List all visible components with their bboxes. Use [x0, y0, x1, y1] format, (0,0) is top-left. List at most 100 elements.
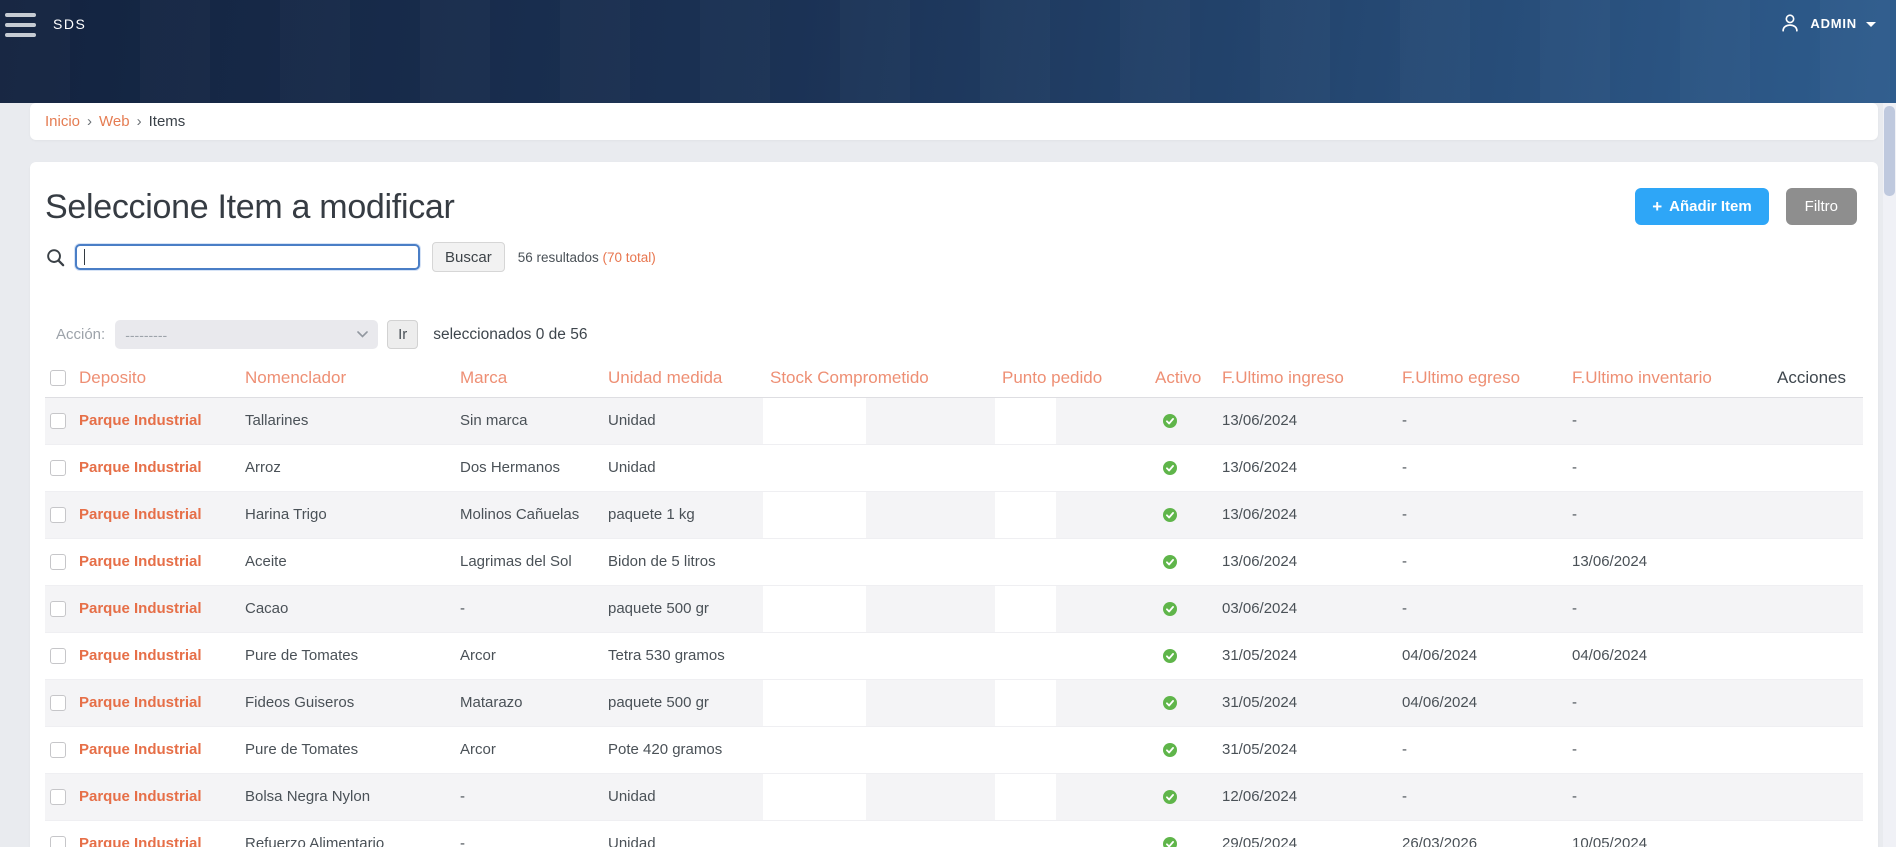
acciones-cell — [1770, 585, 1863, 633]
plus-icon: + — [1652, 196, 1663, 216]
search-button[interactable]: Buscar — [432, 242, 505, 272]
search-input[interactable] — [75, 244, 420, 270]
stock-value-box — [763, 585, 866, 631]
acciones-cell — [1770, 632, 1863, 680]
ultimo-egreso-cell: - — [1395, 773, 1565, 821]
sort-link-nomenclador[interactable]: Nomenclador — [245, 368, 346, 387]
activo-cell — [1148, 538, 1215, 586]
scrollbar-thumb[interactable] — [1884, 106, 1895, 196]
search-icon — [47, 248, 65, 266]
stock-value-box — [763, 444, 866, 490]
punto-pedido-cell — [995, 538, 1148, 586]
row-checkbox[interactable] — [50, 647, 66, 664]
deposito-link[interactable]: Parque Industrial — [79, 694, 202, 711]
breadcrumb-link-inicio[interactable]: Inicio — [45, 113, 80, 130]
row-checkbox[interactable] — [50, 412, 66, 429]
deposito-link[interactable]: Parque Industrial — [79, 412, 202, 429]
results-count: 56 resultados (70 total) — [518, 250, 656, 265]
sort-link-ingreso[interactable]: F.Ultimo ingreso — [1222, 368, 1344, 387]
punto-pedido-value-box — [995, 679, 1056, 725]
breadcrumb-current: Items — [148, 113, 186, 130]
add-item-button[interactable]: + Añadir Item — [1635, 188, 1769, 225]
ultimo-egreso-cell: - — [1395, 585, 1565, 633]
stock-value-box — [763, 773, 866, 819]
stock-cell — [763, 585, 995, 633]
ultimo-ingreso-cell: 13/06/2024 — [1215, 397, 1395, 445]
deposito-link[interactable]: Parque Industrial — [79, 506, 202, 523]
user-menu[interactable]: ADMIN — [1779, 12, 1876, 34]
row-checkbox[interactable] — [50, 506, 66, 523]
row-checkbox[interactable] — [50, 600, 66, 617]
activo-cell — [1148, 632, 1215, 680]
row-checkbox[interactable] — [50, 459, 66, 476]
sort-link-egreso[interactable]: F.Ultimo egreso — [1402, 368, 1520, 387]
ultimo-egreso-cell: - — [1395, 491, 1565, 539]
sort-link-activo[interactable]: Activo — [1155, 368, 1201, 387]
deposito-link[interactable]: Parque Industrial — [79, 459, 202, 476]
deposito-link[interactable]: Parque Industrial — [79, 553, 202, 570]
ultimo-ingreso-cell: 12/06/2024 — [1215, 773, 1395, 821]
deposito-link[interactable]: Parque Industrial — [79, 741, 202, 758]
marca-cell: Arcor — [453, 726, 601, 774]
row-checkbox[interactable] — [50, 835, 66, 847]
text-cursor — [84, 249, 85, 265]
row-select-cell — [45, 726, 72, 774]
ultimo-inventario-cell: 13/06/2024 — [1565, 538, 1770, 586]
active-check-icon — [1163, 742, 1177, 757]
breadcrumb: Inicio › Web › Items — [30, 103, 1878, 140]
go-button[interactable]: Ir — [387, 320, 419, 349]
nomenclador-cell: Arroz — [238, 444, 453, 492]
row-checkbox[interactable] — [50, 553, 66, 570]
menu-toggle-icon[interactable] — [5, 13, 36, 43]
filter-button[interactable]: Filtro — [1785, 188, 1857, 225]
total-results-link[interactable]: (70 total) — [603, 250, 656, 265]
results-text: 56 resultados — [517, 249, 599, 265]
sort-link-punto[interactable]: Punto pedido — [1002, 368, 1102, 387]
acciones-cell — [1770, 491, 1863, 539]
stock-value-box — [763, 679, 866, 725]
unidad-cell: paquete 500 gr — [601, 679, 763, 727]
scrollbar-track[interactable] — [1883, 103, 1896, 847]
app-header: SDS ADMIN — [0, 0, 1896, 103]
nomenclador-cell: Pure de Tomates — [238, 726, 453, 774]
deposito-link[interactable]: Parque Industrial — [79, 835, 202, 847]
acciones-cell — [1770, 773, 1863, 821]
marca-cell: - — [453, 585, 601, 633]
row-checkbox[interactable] — [50, 788, 66, 805]
active-check-icon — [1163, 695, 1177, 710]
deposito-link[interactable]: Parque Industrial — [79, 600, 202, 617]
sort-link-marca[interactable]: Marca — [460, 368, 507, 387]
stock-cell — [763, 397, 995, 445]
ultimo-egreso-cell: 04/06/2024 — [1395, 679, 1565, 727]
row-checkbox[interactable] — [50, 741, 66, 758]
unidad-cell: Bidon de 5 litros — [601, 538, 763, 586]
marca-cell: Molinos Cañuelas — [453, 491, 601, 539]
sort-link-inventario[interactable]: F.Ultimo inventario — [1572, 368, 1712, 387]
action-select[interactable]: --------- — [115, 320, 379, 349]
acciones-cell — [1770, 726, 1863, 774]
brand-logo: SDS — [53, 16, 87, 32]
page-title: Seleccione Item a modificar — [45, 188, 455, 226]
sort-link-deposito[interactable]: Deposito — [79, 368, 146, 387]
column-header-ingreso: F.Ultimo ingreso — [1215, 363, 1395, 398]
ultimo-inventario-cell: - — [1565, 491, 1770, 539]
items-panel: Seleccione Item a modificar + Añadir Ite… — [30, 162, 1878, 847]
row-checkbox[interactable] — [50, 694, 66, 711]
deposito-cell: Parque Industrial — [72, 679, 238, 727]
table-row: Parque Industrial Cacao - paquete 500 gr 03/… — [45, 585, 1863, 633]
sort-link-stock[interactable]: Stock Comprometido — [770, 368, 929, 387]
punto-pedido-value-box — [995, 585, 1056, 631]
user-icon — [1782, 14, 1799, 32]
column-header-punto: Punto pedido — [995, 363, 1148, 398]
table-row: Parque Industrial Tallarines Sin marca Unid… — [45, 397, 1863, 445]
deposito-link[interactable]: Parque Industrial — [79, 647, 202, 664]
activo-cell — [1148, 679, 1215, 727]
deposito-link[interactable]: Parque Industrial — [79, 788, 202, 805]
breadcrumb-link-web[interactable]: Web — [99, 113, 130, 130]
select-all-checkbox[interactable] — [50, 369, 66, 386]
active-check-icon — [1163, 836, 1177, 847]
ultimo-inventario-cell: 04/06/2024 — [1565, 632, 1770, 680]
selected-summary: seleccionados 0 de 56 — [433, 325, 588, 343]
table-row: Parque Industrial Pure de Tomates Arcor Pot… — [45, 726, 1863, 774]
sort-link-unidad[interactable]: Unidad medida — [608, 368, 722, 387]
